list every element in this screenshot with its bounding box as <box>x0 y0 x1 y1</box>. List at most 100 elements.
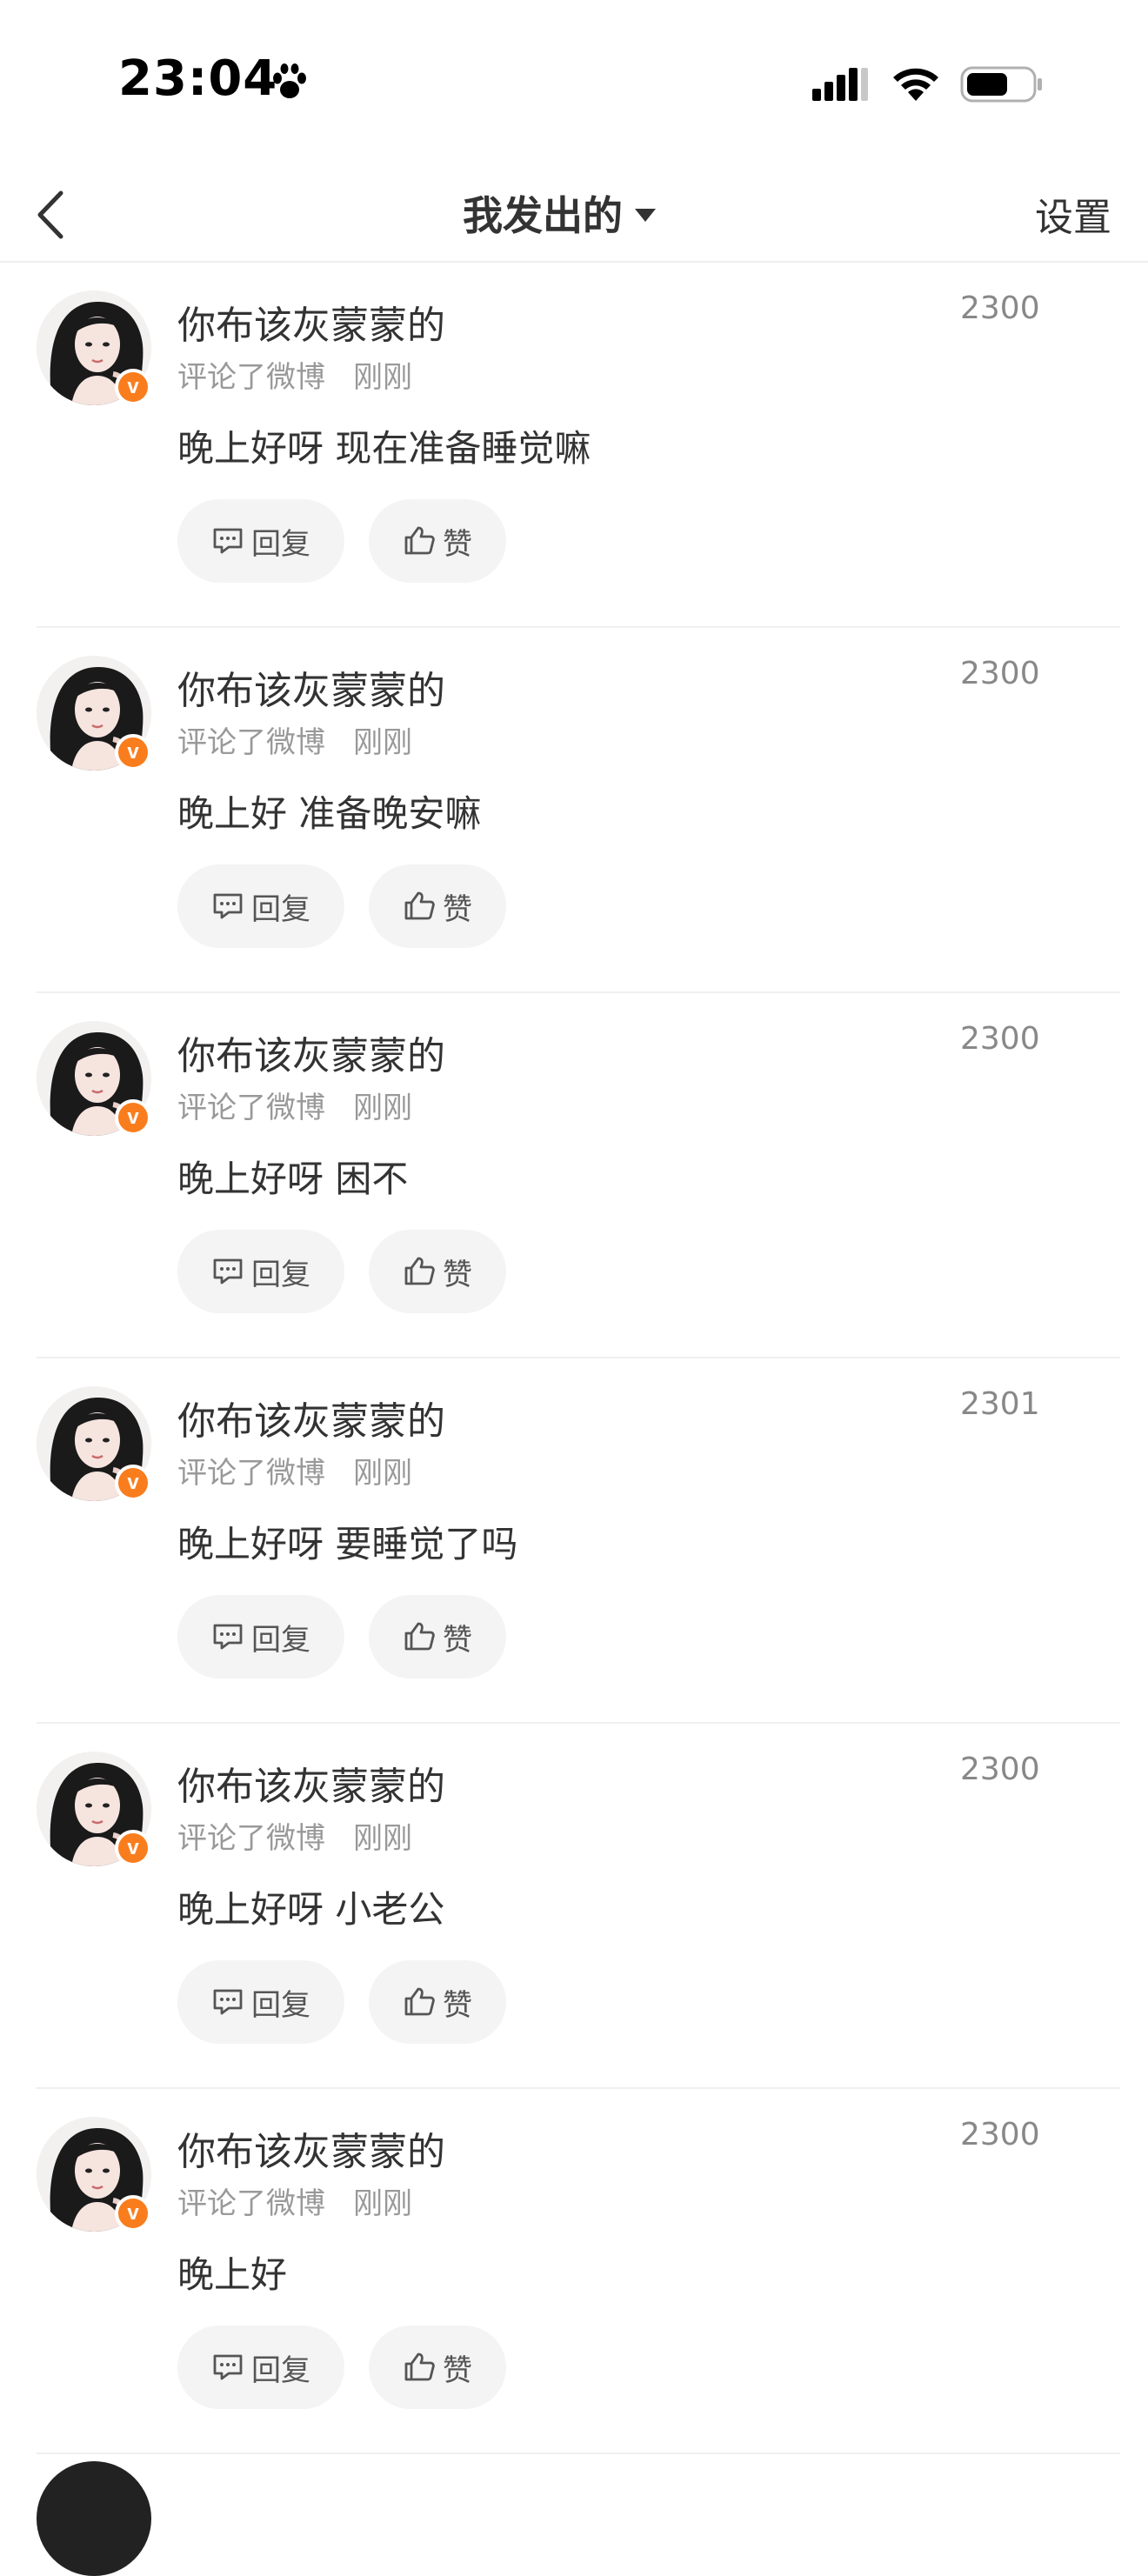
comment-action: 评论了微博 <box>177 360 325 395</box>
comment-count: 2300 <box>960 290 1040 326</box>
comment-text[interactable]: 晚上好呀 现在准备睡觉嘛 <box>177 419 591 472</box>
comment-text[interactable]: 晚上好 <box>177 2246 287 2299</box>
like-label: 赞 <box>443 1257 472 1292</box>
reply-label: 回复 <box>251 1257 310 1292</box>
reply-label: 回复 <box>251 891 310 927</box>
comment-meta: 评论了微博 刚刚 <box>177 1449 412 1492</box>
comment-count: 2300 <box>960 2117 1040 2152</box>
avatar[interactable]: v <box>37 2117 151 2232</box>
comment-meta: 评论了微博 刚刚 <box>177 1814 412 1857</box>
cellular-signal-icon <box>812 68 868 101</box>
list-item[interactable]: v 你布该灰蒙蒙的 评论了微博 刚刚 晚上好呀 现在准备睡觉嘛 2300 回复 … <box>0 263 1148 628</box>
comment-bubble-icon <box>213 2354 243 2380</box>
thumbs-up-icon <box>404 1622 435 1651</box>
like-label: 赞 <box>443 1987 472 2023</box>
back-arrow-icon[interactable] <box>21 176 90 254</box>
nav-bar: 我发出的 设置 <box>0 165 1148 263</box>
thumbs-up-icon <box>404 891 435 920</box>
reply-button[interactable]: 回复 <box>177 1230 344 1313</box>
thumbs-up-icon <box>404 1987 435 2016</box>
comment-text[interactable]: 晚上好呀 小老公 <box>177 1880 444 1933</box>
like-label: 赞 <box>443 891 472 927</box>
like-button[interactable]: 赞 <box>369 1230 506 1313</box>
comment-time: 刚刚 <box>353 360 412 395</box>
page-title: 我发出的 <box>463 192 623 239</box>
list-item[interactable]: v 你布该灰蒙蒙的 评论了微博 刚刚 晚上好 准备晚安嘛 2300 回复 赞 <box>0 628 1148 993</box>
user-name[interactable]: 你布该灰蒙蒙的 <box>177 294 445 350</box>
comment-action: 评论了微博 <box>177 1456 325 1491</box>
list-item[interactable]: v 你布该灰蒙蒙的 评论了微博 刚刚 晚上好 2300 回复 赞 <box>0 2089 1148 2454</box>
comment-time: 刚刚 <box>353 725 412 760</box>
comment-count: 2300 <box>960 1752 1040 1787</box>
user-name[interactable]: 你布该灰蒙蒙的 <box>177 2120 445 2176</box>
like-label: 赞 <box>443 2352 472 2388</box>
verified-badge-icon: v <box>115 734 151 771</box>
reply-button[interactable]: 回复 <box>177 499 344 583</box>
reply-button[interactable]: 回复 <box>177 1595 344 1678</box>
comment-text[interactable]: 晚上好 准备晚安嘛 <box>177 784 481 838</box>
comment-text[interactable]: 晚上好呀 困不 <box>177 1150 408 1203</box>
comment-action: 评论了微博 <box>177 1821 325 1856</box>
comment-text[interactable]: 晚上好呀 要睡觉了吗 <box>177 1515 517 1568</box>
list-item[interactable]: v 你布该灰蒙蒙的 评论了微博 刚刚 晚上好呀 小老公 2300 回复 赞 <box>0 1724 1148 2089</box>
avatar[interactable] <box>37 2461 151 2576</box>
comment-bubble-icon <box>213 1989 243 2015</box>
verified-badge-icon: v <box>115 1099 151 1136</box>
user-name[interactable]: 你布该灰蒙蒙的 <box>177 1024 445 1080</box>
comment-action: 评论了微博 <box>177 2186 325 2221</box>
dropdown-triangle-icon <box>635 208 656 222</box>
comment-count: 2300 <box>960 656 1040 691</box>
comment-time: 刚刚 <box>353 2186 412 2221</box>
list-item[interactable]: v 你布该灰蒙蒙的 评论了微博 刚刚 晚上好呀 困不 2300 回复 赞 <box>0 993 1148 1358</box>
thumbs-up-icon <box>404 526 435 555</box>
thumbs-up-icon <box>404 2352 435 2381</box>
comment-bubble-icon <box>213 1624 243 1650</box>
comment-bubble-icon <box>213 528 243 554</box>
comment-count: 2300 <box>960 1021 1040 1057</box>
like-button[interactable]: 赞 <box>369 1595 506 1678</box>
list-item[interactable]: v 你布该灰蒙蒙的 评论了微博 刚刚 晚上好呀 要睡觉了吗 2301 回复 赞 <box>0 1358 1148 1724</box>
like-button[interactable]: 赞 <box>369 499 506 583</box>
comment-meta: 评论了微博 刚刚 <box>177 2179 412 2222</box>
verified-badge-icon: v <box>115 1465 151 1501</box>
avatar[interactable]: v <box>37 290 151 405</box>
user-name[interactable]: 你布该灰蒙蒙的 <box>177 1755 445 1811</box>
status-bar: 23:04 <box>0 0 1148 165</box>
reply-button[interactable]: 回复 <box>177 1960 344 2044</box>
comment-bubble-icon <box>213 893 243 919</box>
like-button[interactable]: 赞 <box>369 1960 506 2044</box>
comment-time: 刚刚 <box>353 1091 412 1125</box>
verified-badge-icon: v <box>115 1830 151 1866</box>
comment-count: 2301 <box>960 1386 1040 1422</box>
comment-time: 刚刚 <box>353 1821 412 1856</box>
avatar[interactable]: v <box>37 1386 151 1501</box>
reply-label: 回复 <box>251 1987 310 2023</box>
like-button[interactable]: 赞 <box>369 864 506 948</box>
comment-meta: 评论了微博 刚刚 <box>177 1084 412 1126</box>
comment-time: 刚刚 <box>353 1456 412 1491</box>
wifi-icon <box>893 68 938 101</box>
title-dropdown[interactable]: 我发出的 <box>463 183 656 244</box>
battery-icon <box>960 66 1042 103</box>
status-time: 23:04 <box>118 50 278 107</box>
user-name[interactable]: 你布该灰蒙蒙的 <box>177 659 445 715</box>
like-button[interactable]: 赞 <box>369 2326 506 2409</box>
reply-label: 回复 <box>251 526 310 562</box>
reply-button[interactable]: 回复 <box>177 864 344 948</box>
paw-icon <box>273 63 306 98</box>
comment-list: v 你布该灰蒙蒙的 评论了微博 刚刚 晚上好呀 现在准备睡觉嘛 2300 回复 … <box>0 263 1148 2454</box>
thumbs-up-icon <box>404 1257 435 1285</box>
reply-label: 回复 <box>251 1622 310 1658</box>
user-name[interactable]: 你布该灰蒙蒙的 <box>177 1390 445 1445</box>
verified-badge-icon: v <box>115 369 151 405</box>
settings-button[interactable]: 设置 <box>1035 186 1111 242</box>
reply-button[interactable]: 回复 <box>177 2326 344 2409</box>
like-label: 赞 <box>443 1622 472 1658</box>
comment-action: 评论了微博 <box>177 725 325 760</box>
avatar[interactable]: v <box>37 1752 151 1866</box>
comment-bubble-icon <box>213 1258 243 1285</box>
avatar[interactable]: v <box>37 1021 151 1136</box>
reply-label: 回复 <box>251 2352 310 2388</box>
like-label: 赞 <box>443 526 472 562</box>
avatar[interactable]: v <box>37 656 151 771</box>
